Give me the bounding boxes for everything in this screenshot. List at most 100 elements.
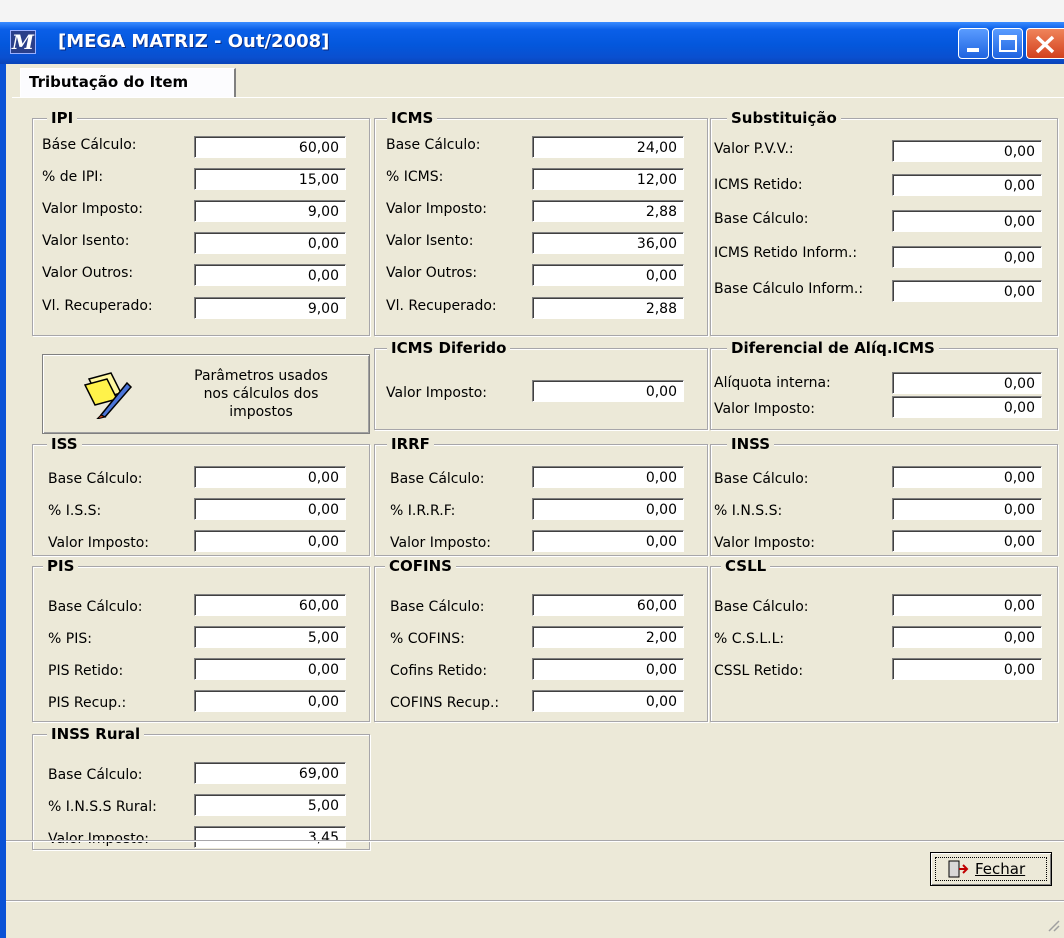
subst-pvv-field[interactable]: 0,00 — [892, 140, 1042, 162]
rural-aliquota-field[interactable]: 5,00 — [194, 794, 346, 816]
subst-label-base: Base Cálculo: — [714, 211, 809, 227]
rural-label-base: Base Cálculo: — [48, 767, 143, 783]
dif-imposto-field[interactable]: 0,00 — [892, 396, 1042, 418]
iss-label-aliquota: % I.S.S: — [48, 503, 102, 519]
csll-label-retido: CSSL Retido: — [714, 663, 804, 679]
ipi-recuperado-field[interactable]: 9,00 — [194, 297, 346, 319]
pis-aliquota-field[interactable]: 5,00 — [194, 626, 346, 648]
diferido-label-imposto: Valor Imposto: — [386, 385, 488, 401]
client-area: Tributação do Item IPI Báse Cálculo: 60,… — [6, 64, 1064, 938]
pis-label-retido: PIS Retido: — [48, 663, 124, 679]
ipi-label-imposto: Valor Imposto: — [42, 201, 144, 217]
close-window-button[interactable] — [1026, 28, 1064, 59]
diferido-imposto-field[interactable]: 0,00 — [532, 380, 684, 402]
icms-aliquota-field[interactable]: 12,00 — [532, 168, 684, 190]
subst-label-base-inform: Base Cálculo Inform.: — [714, 281, 864, 297]
inss-aliquota-field[interactable]: 0,00 — [892, 498, 1042, 520]
icms-outros-field[interactable]: 0,00 — [532, 264, 684, 286]
ipi-label-aliquota: % de IPI: — [42, 169, 104, 185]
close-icon — [1035, 35, 1055, 54]
rural-base-field[interactable]: 69,00 — [194, 762, 346, 784]
pis-label-base: Base Cálculo: — [48, 599, 143, 615]
subst-icms-retido-field[interactable]: 0,00 — [892, 174, 1042, 196]
cofins-base-field[interactable]: 60,00 — [532, 594, 684, 616]
ipi-base-field[interactable]: 60,00 — [194, 136, 346, 158]
rural-label-imposto: Valor Imposto: — [48, 831, 150, 847]
app-window: M [MEGA MATRIZ - Out/2008] Tributação do… — [0, 22, 1064, 938]
icms-recuperado-field[interactable]: 2,88 — [532, 297, 684, 319]
tab-tributacao-do-item[interactable]: Tributação do Item — [20, 68, 236, 98]
pis-recup-field[interactable]: 0,00 — [194, 690, 346, 712]
inss-label-base: Base Cálculo: — [714, 471, 809, 487]
background-strip — [0, 0, 1064, 22]
ipi-label-isento: Valor Isento: — [42, 233, 130, 249]
ipi-aliquota-field[interactable]: 15,00 — [194, 168, 346, 190]
cofins-recup-field[interactable]: 0,00 — [532, 690, 684, 712]
pis-label-aliquota: % PIS: — [48, 631, 92, 647]
maximize-icon — [999, 35, 1017, 52]
csll-retido-field[interactable]: 0,00 — [892, 658, 1042, 680]
group-title-iss: ISS — [47, 435, 82, 453]
irrf-label-base: Base Cálculo: — [390, 471, 485, 487]
tab-page-edge — [12, 97, 1064, 98]
csll-aliquota-field[interactable]: 0,00 — [892, 626, 1042, 648]
subst-icms-retido-inform-field[interactable]: 0,00 — [892, 246, 1042, 268]
icms-imposto-field[interactable]: 2,88 — [532, 200, 684, 222]
group-title-inss: INSS — [727, 435, 775, 453]
inss-base-field[interactable]: 0,00 — [892, 466, 1042, 488]
title-bar[interactable]: M [MEGA MATRIZ - Out/2008] — [0, 22, 1064, 64]
ipi-outros-field[interactable]: 0,00 — [194, 264, 346, 286]
dif-label-aliquota-interna: Alíquota interna: — [714, 375, 831, 391]
inss-imposto-field[interactable]: 0,00 — [892, 530, 1042, 552]
group-title-pis: PIS — [43, 557, 79, 575]
parametros-calculo-button[interactable]: Parâmetros usados nos cálculos dos impos… — [42, 354, 370, 434]
iss-imposto-field[interactable]: 0,00 — [194, 530, 346, 552]
minimize-icon — [967, 48, 979, 52]
icms-base-field[interactable]: 24,00 — [532, 136, 684, 158]
pis-retido-field[interactable]: 0,00 — [194, 658, 346, 680]
icms-label-aliquota: % ICMS: — [386, 169, 444, 185]
cofins-aliquota-field[interactable]: 2,00 — [532, 626, 684, 648]
irrf-imposto-field[interactable]: 0,00 — [532, 530, 684, 552]
subst-base-inform-field[interactable]: 0,00 — [892, 280, 1042, 302]
group-title-inss-rural: INSS Rural — [47, 725, 145, 743]
parametros-line-2: nos cálculos dos — [203, 386, 319, 402]
resize-grip-icon[interactable] — [1046, 918, 1060, 932]
status-bar — [6, 900, 1064, 902]
footer-divider — [6, 840, 1064, 842]
group-title-ipi: IPI — [47, 109, 78, 127]
cofins-label-base: Base Cálculo: — [390, 599, 485, 615]
subst-label-pvv: Valor P.V.V.: — [714, 141, 794, 157]
group-title-cofins: COFINS — [385, 557, 456, 575]
group-title-csll: CSLL — [721, 557, 771, 575]
maximize-button[interactable] — [992, 28, 1023, 59]
csll-base-field[interactable]: 0,00 — [892, 594, 1042, 616]
ipi-isento-field[interactable]: 0,00 — [194, 232, 346, 254]
icms-label-base: Base Cálculo: — [386, 137, 481, 153]
irrf-label-imposto: Valor Imposto: — [390, 535, 492, 551]
window-title: [MEGA MATRIZ - Out/2008] — [58, 31, 330, 52]
ipi-imposto-field[interactable]: 9,00 — [194, 200, 346, 222]
rural-label-aliquota: % I.N.S.S Rural: — [48, 799, 157, 815]
fechar-label: Fechar — [975, 860, 1026, 878]
cofins-retido-field[interactable]: 0,00 — [532, 658, 684, 680]
minimize-button[interactable] — [958, 28, 989, 59]
iss-aliquota-field[interactable]: 0,00 — [194, 498, 346, 520]
ipi-label-base: Báse Cálculo: — [42, 137, 137, 153]
icms-label-imposto: Valor Imposto: — [386, 201, 488, 217]
iss-base-field[interactable]: 0,00 — [194, 466, 346, 488]
icms-isento-field[interactable]: 36,00 — [532, 232, 684, 254]
parametros-label: Parâmetros usados nos cálculos dos impos… — [161, 367, 361, 421]
irrf-base-field[interactable]: 0,00 — [532, 466, 684, 488]
pis-label-recup: PIS Recup.: — [48, 695, 127, 711]
dif-label-imposto: Valor Imposto: — [714, 401, 816, 417]
parametros-line-1: Parâmetros usados — [194, 368, 328, 384]
subst-base-field[interactable]: 0,00 — [892, 210, 1042, 232]
irrf-aliquota-field[interactable]: 0,00 — [532, 498, 684, 520]
pis-base-field[interactable]: 60,00 — [194, 594, 346, 616]
fechar-button[interactable]: Fechar — [930, 852, 1052, 886]
inss-label-imposto: Valor Imposto: — [714, 535, 816, 551]
dif-aliquota-interna-field[interactable]: 0,00 — [892, 372, 1042, 394]
rural-imposto-field[interactable]: 3,45 — [194, 826, 346, 848]
subst-label-icms-retido: ICMS Retido: — [714, 177, 803, 193]
